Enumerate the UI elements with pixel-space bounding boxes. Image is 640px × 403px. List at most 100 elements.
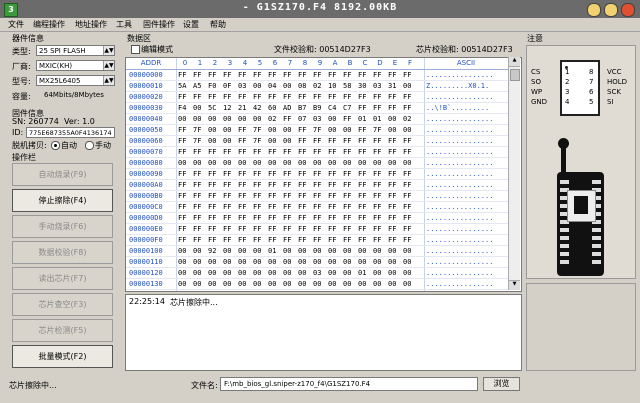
byte-cell[interactable]: A5 [193,81,201,91]
byte-cell[interactable]: 31 [388,81,396,91]
byte-cell[interactable]: FF [283,202,291,212]
byte-cell[interactable]: FF [238,180,246,190]
byte-cell[interactable]: 7F [373,125,381,135]
byte-cell[interactable]: FF [268,235,276,245]
byte-cell[interactable]: FF [328,70,336,80]
byte-cell[interactable]: FF [238,136,246,146]
blank-check-button[interactable]: 芯片查空(F3) [12,293,113,316]
byte-cell[interactable]: FF [193,224,201,234]
table-row[interactable]: 00000080 00 00 00 00 00 00 00 00 00 00 00 00 00 00 00 00… [126,158,511,168]
byte-cell[interactable]: FF [298,147,306,157]
byte-cell[interactable]: 00 [253,257,261,267]
byte-cell[interactable]: 00 [223,246,231,256]
byte-cell[interactable]: FF [328,136,336,146]
byte-cell[interactable]: FF [388,136,396,146]
byte-cell[interactable]: FF [358,103,366,113]
batch-mode-button[interactable]: 批量模式(F2) [12,345,113,368]
manual-radio[interactable] [85,141,94,150]
byte-cell[interactable]: FF [313,147,321,157]
menu-file[interactable]: 文件 [8,19,24,30]
byte-cell[interactable]: 00 [283,125,291,135]
byte-cell[interactable]: FF [343,70,351,80]
auto-radio[interactable] [51,141,60,150]
byte-cell[interactable]: FF [193,235,201,245]
byte-cell[interactable]: 00 [283,268,291,278]
byte-cell[interactable]: 00 [373,158,381,168]
byte-cell[interactable]: FF [313,202,321,212]
byte-cell[interactable]: 00 [208,257,216,267]
byte-cell[interactable]: FF [373,235,381,245]
byte-cell[interactable]: FF [178,202,186,212]
vendor-select[interactable]: MXIC(KH) ▲▼ [36,60,115,71]
byte-cell[interactable]: FF [328,147,336,157]
byte-cell[interactable]: FF [313,136,321,146]
byte-cell[interactable]: 00 [193,103,201,113]
byte-cell[interactable]: FF [373,136,381,146]
byte-cell[interactable]: 00 [403,158,411,168]
byte-cell[interactable]: 00 [178,114,186,124]
byte-cell[interactable]: FF [238,125,246,135]
byte-cell[interactable]: 00 [313,246,321,256]
byte-cell[interactable]: FF [313,224,321,234]
byte-cell[interactable]: B9 [313,103,321,113]
byte-cell[interactable]: FF [253,224,261,234]
byte-cell[interactable]: FF [178,235,186,245]
byte-cell[interactable]: 00 [328,279,336,289]
menu-address[interactable]: 地址操作 [75,19,107,30]
byte-cell[interactable]: FF [388,103,396,113]
byte-cell[interactable]: FF [253,147,261,157]
byte-cell[interactable]: 00 [313,279,321,289]
byte-cell[interactable]: FF [223,202,231,212]
menu-tools[interactable]: 工具 [116,19,132,30]
byte-cell[interactable]: FF [238,147,246,157]
byte-cell[interactable]: 00 [178,246,186,256]
byte-cell[interactable]: FF [358,191,366,201]
byte-cell[interactable]: 00 [238,158,246,168]
byte-cell[interactable]: 00 [328,246,336,256]
byte-cell[interactable]: 00 [313,257,321,267]
menu-help[interactable]: 帮助 [210,19,226,30]
byte-cell[interactable]: FF [388,224,396,234]
table-row[interactable]: 00000070 FF FF FF FF FF FF FF FF FF FF FF FF FF FF FF FF… [126,147,511,157]
file-path-field[interactable]: F:\mb_bios_gl.sniper-z170_f4\G1SZ170.F4 [220,377,478,391]
byte-cell[interactable]: 00 [268,158,276,168]
byte-cell[interactable]: FF [373,70,381,80]
byte-cell[interactable]: 00 [373,246,381,256]
scroll-down-icon[interactable]: ▼ [509,280,520,290]
chip-detect-button[interactable]: 芯片检测(F5) [12,319,113,342]
byte-cell[interactable]: 00 [343,158,351,168]
byte-cell[interactable]: 00 [253,279,261,289]
byte-cell[interactable]: FF [298,136,306,146]
byte-cell[interactable]: 00 [313,158,321,168]
byte-cell[interactable]: FF [238,213,246,223]
byte-cell[interactable]: 00 [178,158,186,168]
byte-cell[interactable]: FF [313,70,321,80]
byte-cell[interactable]: FF [388,70,396,80]
menu-program[interactable]: 编程操作 [33,19,65,30]
byte-cell[interactable]: FF [193,147,201,157]
byte-cell[interactable]: FF [358,235,366,245]
byte-cell[interactable]: 21 [238,103,246,113]
byte-cell[interactable]: FF [178,92,186,102]
byte-cell[interactable]: 00 [268,136,276,146]
byte-cell[interactable]: FF [373,191,381,201]
byte-cell[interactable]: FF [208,180,216,190]
byte-cell[interactable]: 00 [178,279,186,289]
byte-cell[interactable]: FF [268,70,276,80]
byte-cell[interactable]: 5C [208,103,216,113]
byte-cell[interactable]: 00 [298,246,306,256]
byte-cell[interactable]: FF [283,169,291,179]
byte-cell[interactable]: 08 [298,81,306,91]
table-row[interactable]: 000000C0 FF FF FF FF FF FF FF FF FF FF FF FF FF FF FF FF… [126,202,511,212]
byte-cell[interactable]: FF [223,147,231,157]
byte-cell[interactable]: FF [388,169,396,179]
byte-cell[interactable]: FF [373,180,381,190]
byte-cell[interactable]: FF [298,169,306,179]
byte-cell[interactable]: 00 [208,114,216,124]
byte-cell[interactable]: FF [358,224,366,234]
byte-cell[interactable]: FF [268,169,276,179]
byte-cell[interactable]: FF [388,202,396,212]
byte-cell[interactable]: FF [208,202,216,212]
byte-cell[interactable]: F4 [178,103,186,113]
byte-cell[interactable]: 00 [328,158,336,168]
